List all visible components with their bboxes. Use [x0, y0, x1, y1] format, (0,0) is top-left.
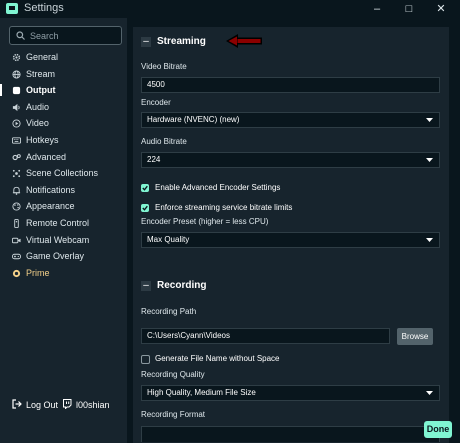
audio-bitrate-label: Audio Bitrate	[141, 137, 187, 146]
sidebar-item-label: Stream	[26, 68, 56, 79]
encoder-select[interactable]: Hardware (NVENC) (new)	[141, 112, 440, 128]
done-button[interactable]: Done	[424, 421, 452, 438]
settings-content[interactable]: – Streaming Video Bitrate 4500 Encoder H…	[127, 18, 460, 443]
search-icon	[16, 31, 25, 40]
no-space-label: Generate File Name without Space	[155, 354, 280, 363]
search-box[interactable]	[9, 26, 122, 45]
chevron-down-icon	[426, 118, 433, 122]
bell-icon	[12, 186, 21, 195]
sidebar-item-remote-control[interactable]: Remote Control	[0, 215, 127, 232]
streaming-collapse-button[interactable]: –	[141, 37, 151, 47]
recording-quality-label: Recording Quality	[141, 370, 205, 379]
sidebar-item-label: Virtual Webcam	[26, 234, 90, 245]
streaming-title: Streaming	[157, 36, 206, 47]
close-button[interactable]: ✕	[430, 0, 452, 18]
recording-collapse-button[interactable]: –	[141, 281, 151, 291]
recording-format-select[interactable]	[141, 426, 440, 442]
sidebar-item-virtual-webcam[interactable]: Virtual Webcam	[0, 232, 127, 249]
chevron-down-icon	[426, 238, 433, 242]
prime-icon	[12, 269, 21, 277]
audio-bitrate-select[interactable]: 224	[141, 152, 440, 168]
sidebar-item-label: Advanced	[26, 151, 67, 162]
logout-icon[interactable]	[12, 399, 22, 409]
advanced-encoder-checkbox[interactable]	[141, 184, 149, 192]
sidebar-item-label: Game Overlay	[26, 251, 85, 262]
checkmark-icon	[142, 205, 148, 211]
webcam-icon	[12, 237, 21, 243]
sidebar-item-label: Scene Collections	[26, 168, 99, 179]
recording-section: – Recording Recording Path C:\Users\Cyan…	[133, 271, 449, 443]
encoder-preset-select[interactable]: Max Quality	[141, 232, 440, 248]
advanced-encoder-label: Enable Advanced Encoder Settings	[155, 183, 281, 192]
sidebar-item-game-overlay[interactable]: Game Overlay	[0, 248, 127, 265]
gamepad-icon	[12, 253, 21, 260]
sidebar-item-stream[interactable]: Stream	[0, 66, 127, 83]
gear-icon	[12, 53, 21, 62]
speaker-icon	[12, 103, 20, 111]
sidebar-item-notifications[interactable]: Notifications	[0, 182, 127, 199]
sidebar-item-audio[interactable]: Audio	[0, 99, 127, 116]
logout-button[interactable]: Log Out	[26, 400, 58, 410]
window-title: Settings	[24, 2, 64, 14]
chevron-down-icon	[426, 391, 433, 395]
chevron-down-icon	[426, 158, 433, 162]
remote-icon	[14, 218, 19, 228]
sidebar-item-label: Hotkeys	[26, 134, 59, 145]
output-icon	[12, 87, 21, 95]
sidebar-item-label: Audio	[26, 101, 50, 112]
no-space-checkbox[interactable]	[141, 355, 150, 364]
sidebar-item-general[interactable]: General	[0, 49, 127, 66]
streaming-section: – Streaming Video Bitrate 4500 Encoder H…	[133, 27, 449, 273]
sidebar-item-video[interactable]: Video	[0, 115, 127, 132]
browse-button[interactable]: Browse	[397, 328, 433, 345]
username: l00shian	[76, 400, 110, 410]
palette-icon	[12, 202, 21, 211]
sidebar: General Stream Output Audio Video Hotkey…	[0, 18, 127, 443]
recording-quality-value: High Quality, Medium File Size	[147, 388, 256, 397]
checkmark-icon	[142, 185, 148, 191]
sidebar-item-label: Remote Control	[26, 217, 90, 228]
encoder-value: Hardware (NVENC) (new)	[147, 115, 240, 124]
video-bitrate-input[interactable]: 4500	[141, 77, 440, 93]
sidebar-item-advanced[interactable]: Advanced	[0, 149, 127, 166]
title-bar: Settings – □ ✕	[0, 0, 460, 18]
enforce-limits-label: Enforce streaming service bitrate limits	[155, 203, 293, 212]
sidebar-item-label: General	[26, 52, 59, 62]
globe-icon	[12, 70, 21, 79]
minimize-button[interactable]: –	[366, 0, 388, 18]
enforce-limits-checkbox[interactable]	[141, 204, 149, 212]
sidebar-item-label: Output	[26, 85, 56, 96]
recording-quality-select[interactable]: High Quality, Medium File Size	[141, 385, 440, 401]
sidebar-footer: Log Out l00shian	[0, 396, 127, 416]
sidebar-item-scene-collections[interactable]: Scene Collections	[0, 165, 127, 182]
keyboard-icon	[12, 137, 21, 144]
sidebar-item-label: Appearance	[26, 201, 75, 212]
sidebar-item-hotkeys[interactable]: Hotkeys	[0, 132, 127, 149]
encoder-preset-label: Encoder Preset (higher = less CPU)	[141, 217, 269, 226]
video-bitrate-label: Video Bitrate	[141, 62, 187, 71]
sidebar-item-appearance[interactable]: Appearance	[0, 198, 127, 215]
twitch-icon	[63, 399, 72, 409]
sidebar-item-label: Notifications	[26, 184, 76, 195]
maximize-button[interactable]: □	[398, 0, 420, 18]
encoder-label: Encoder	[141, 98, 171, 107]
recording-path-label: Recording Path	[141, 307, 197, 316]
red-arrow-annotation-icon	[226, 34, 262, 48]
app-logo-icon	[6, 3, 18, 14]
sidebar-item-prime[interactable]: Prime	[0, 265, 127, 282]
video-icon	[12, 119, 21, 128]
sidebar-item-label: Prime	[26, 267, 50, 278]
recording-path-input[interactable]: C:\Users\Cyann\Videos	[141, 328, 390, 344]
audio-bitrate-value: 224	[147, 155, 161, 164]
recording-format-label: Recording Format	[141, 410, 206, 419]
search-input[interactable]	[30, 27, 116, 44]
sidebar-nav: General Stream Output Audio Video Hotkey…	[0, 49, 127, 281]
sidebar-item-output[interactable]: Output	[0, 82, 127, 99]
recording-title: Recording	[157, 280, 207, 291]
encoder-preset-value: Max Quality	[147, 235, 190, 244]
sidebar-item-label: Video	[26, 118, 49, 129]
scenes-icon	[12, 170, 21, 178]
advanced-gears-icon	[12, 153, 21, 160]
